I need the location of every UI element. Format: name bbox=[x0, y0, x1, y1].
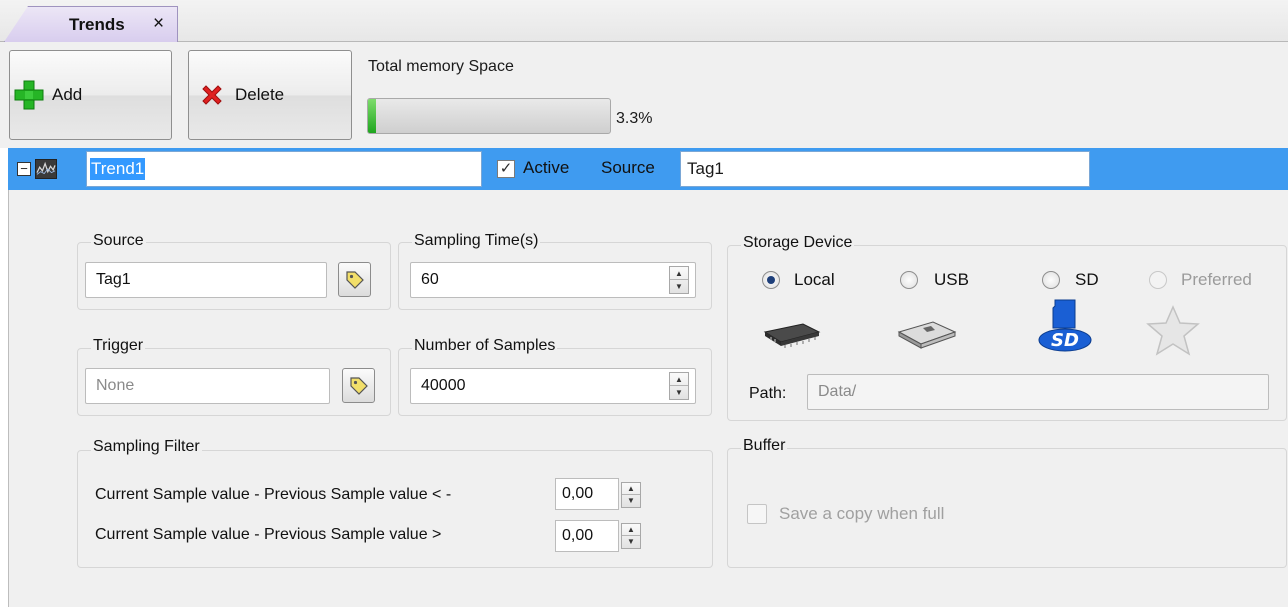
source-tag-button[interactable] bbox=[338, 262, 371, 297]
spin-up-icon[interactable]: ▲ bbox=[622, 483, 640, 495]
radio-sd[interactable] bbox=[1042, 271, 1060, 289]
spin-down-icon[interactable]: ▼ bbox=[670, 280, 688, 293]
plus-icon bbox=[14, 80, 44, 110]
path-field[interactable]: Data/ bbox=[807, 374, 1269, 410]
memory-progress-fill bbox=[368, 99, 376, 133]
path-label: Path: bbox=[749, 385, 787, 402]
trigger-group-label: Trigger bbox=[91, 337, 146, 355]
samples-label: Number of Samples bbox=[412, 337, 558, 355]
delete-button-label: Delete bbox=[235, 85, 285, 104]
radio-preferred-label: Preferred bbox=[1181, 270, 1252, 289]
save-copy-label: Save a copy when full bbox=[779, 504, 945, 523]
source-field[interactable]: Tag1 bbox=[85, 262, 327, 298]
sampling-time-label: Sampling Time(s) bbox=[412, 232, 541, 250]
trend-settings-panel: Source Tag1 Sampling Time(s) 60 ▲ ▼ Trig… bbox=[8, 190, 1288, 607]
trend-chart-icon bbox=[35, 159, 57, 179]
spin-up-icon[interactable]: ▲ bbox=[670, 267, 688, 280]
sampling-filter-label: Sampling Filter bbox=[91, 438, 202, 456]
source-group-label: Source bbox=[91, 232, 146, 250]
filter-row2-spinner[interactable]: ▲ ▼ bbox=[621, 523, 641, 549]
svg-text:SD: SD bbox=[1051, 330, 1079, 351]
trend-name-input[interactable]: Trend1 bbox=[86, 151, 482, 187]
active-checkbox[interactable]: ✓ bbox=[497, 160, 515, 178]
memory-title: Total memory Space bbox=[368, 58, 514, 75]
tab-strip: Trends × bbox=[0, 0, 1288, 42]
radio-usb[interactable] bbox=[900, 271, 918, 289]
tab-label: Trends bbox=[69, 15, 125, 34]
spin-up-icon[interactable]: ▲ bbox=[670, 373, 688, 386]
spin-down-icon[interactable]: ▼ bbox=[670, 386, 688, 399]
delete-button[interactable]: Delete bbox=[188, 50, 352, 140]
samples-field[interactable]: 40000 bbox=[410, 368, 696, 404]
trigger-tag-button[interactable] bbox=[342, 368, 375, 403]
radio-local-label: Local bbox=[794, 270, 835, 289]
toolbar: Add Delete Total memory Space 3.3% bbox=[0, 42, 1288, 148]
memory-percent: 3.3% bbox=[616, 110, 653, 127]
close-icon[interactable]: × bbox=[153, 14, 164, 34]
storage-label: Storage Device bbox=[741, 234, 855, 252]
star-icon bbox=[1146, 305, 1200, 356]
sd-card-icon: SD bbox=[1038, 299, 1092, 352]
trend-name-text: Trend1 bbox=[90, 158, 146, 180]
collapse-icon[interactable]: − bbox=[17, 162, 31, 176]
tag-icon bbox=[345, 270, 364, 289]
filter-row2-label: Current Sample value - Previous Sample v… bbox=[95, 526, 442, 543]
add-button[interactable]: Add bbox=[9, 50, 172, 140]
filter-row1-spinner[interactable]: ▲ ▼ bbox=[621, 482, 641, 508]
source-label: Source bbox=[601, 158, 655, 177]
radio-local[interactable] bbox=[762, 271, 780, 289]
memory-progress-bar bbox=[367, 98, 611, 134]
filter-row1-label: Current Sample value - Previous Sample v… bbox=[95, 486, 452, 503]
active-label: Active bbox=[523, 158, 570, 177]
trend-row[interactable]: − Trend1 ✓ Active Source Tag1 bbox=[8, 148, 1288, 190]
tab-trends[interactable]: Trends × bbox=[4, 6, 178, 42]
trigger-field[interactable]: None bbox=[85, 368, 330, 404]
sampling-time-spinner[interactable]: ▲ ▼ bbox=[669, 266, 689, 294]
usb-drive-icon bbox=[897, 321, 957, 349]
radio-preferred[interactable] bbox=[1149, 271, 1167, 289]
spin-down-icon[interactable]: ▼ bbox=[622, 536, 640, 548]
tag-icon bbox=[349, 376, 368, 395]
save-copy-checkbox[interactable] bbox=[747, 504, 767, 524]
radio-usb-label: USB bbox=[934, 270, 969, 289]
add-button-label: Add bbox=[52, 85, 83, 104]
filter-row2-field[interactable]: 0,00 bbox=[555, 520, 619, 552]
filter-row1-field[interactable]: 0,00 bbox=[555, 478, 619, 510]
x-icon bbox=[202, 85, 222, 105]
samples-spinner[interactable]: ▲ ▼ bbox=[669, 372, 689, 400]
spin-up-icon[interactable]: ▲ bbox=[622, 524, 640, 536]
buffer-label: Buffer bbox=[741, 437, 788, 455]
spin-down-icon[interactable]: ▼ bbox=[622, 495, 640, 507]
sampling-time-field[interactable]: 60 bbox=[410, 262, 696, 298]
chip-icon bbox=[763, 323, 821, 348]
trend-source-input[interactable]: Tag1 bbox=[680, 151, 1090, 187]
radio-sd-label: SD bbox=[1075, 270, 1099, 289]
